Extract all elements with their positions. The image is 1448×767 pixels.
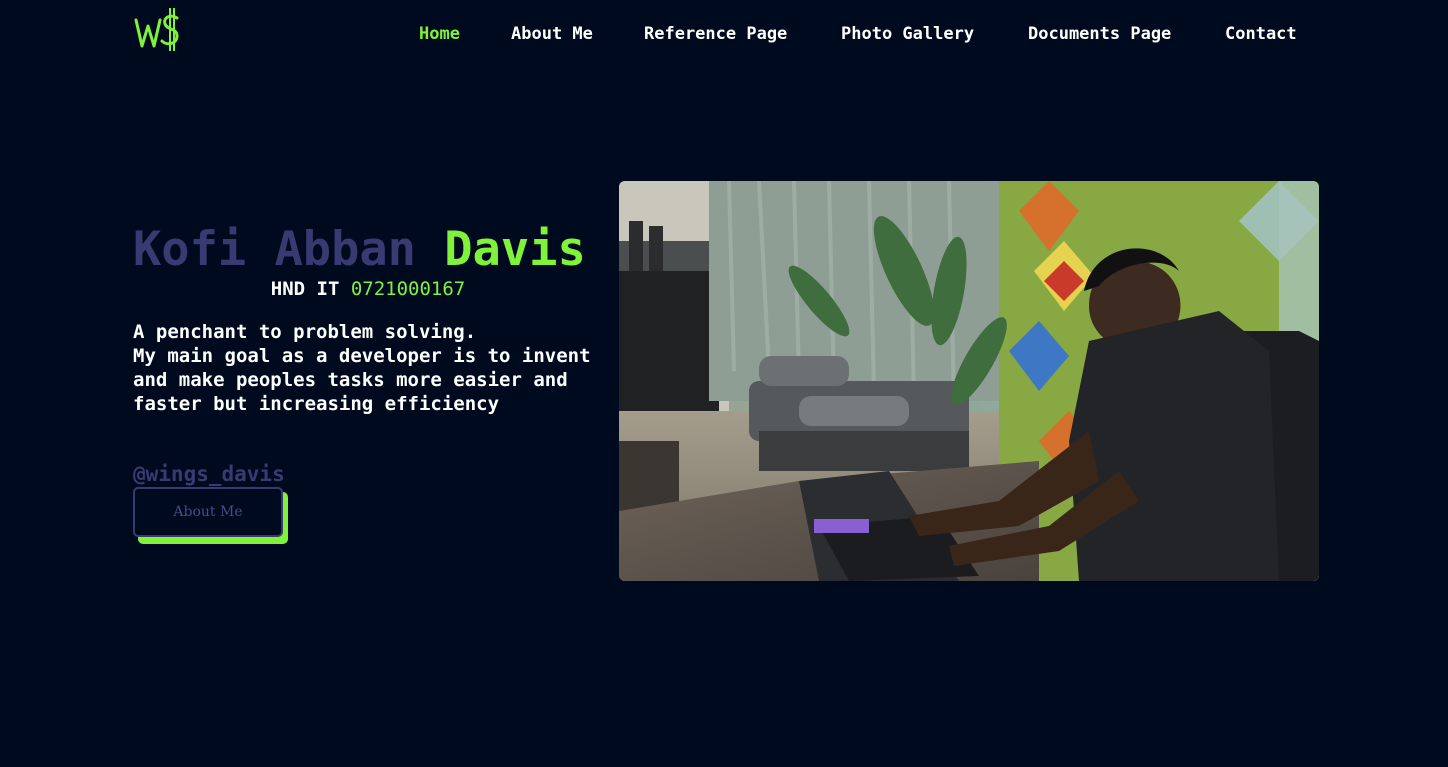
nav-contact[interactable]: Contact [1225,22,1297,46]
nav-reference-page[interactable]: Reference Page [644,22,787,46]
qualification: HND IT [270,278,340,300]
nav-about-me[interactable]: About Me [511,22,593,46]
nav-documents-page[interactable]: Documents Page [1028,22,1171,46]
navbar: Home About Me Reference Page Photo Galle… [0,0,1448,68]
hero-name: Kofi Abban Davis [133,218,613,282]
hero-intro: Kofi Abban Davis HND IT 0721000167 A pen… [133,218,613,416]
social-handle[interactable]: @wings_davis [133,460,285,488]
nav-links: Home About Me Reference Page Photo Galle… [0,22,1448,48]
hero-photo [619,181,1319,581]
phone-number: 0721000167 [350,278,466,300]
nav-photo-gallery[interactable]: Photo Gallery [841,22,974,46]
name-first: Kofi Abban [133,222,416,277]
about-me-button[interactable]: About Me [133,487,283,537]
hero-bio: A penchant to problem solving. My main g… [133,321,591,415]
name-last: Davis [444,222,586,277]
nav-home[interactable]: Home [419,22,460,46]
photo-image [619,181,1319,581]
